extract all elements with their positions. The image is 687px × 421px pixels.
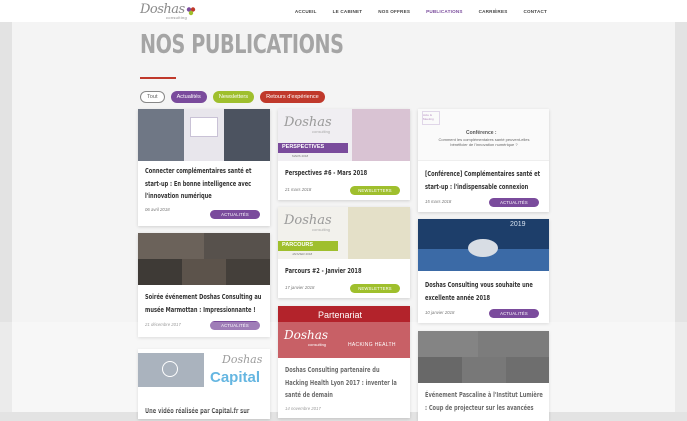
filter-actualites[interactable]: Actualités xyxy=(170,91,207,103)
card-thumbnail-space: 2019 xyxy=(418,219,549,271)
card-category-badge[interactable]: ACTUALITÉS xyxy=(210,210,260,219)
thumb-logo-text: Doshas xyxy=(284,115,332,130)
filter-retours-experience[interactable]: Retours d'expérience xyxy=(260,91,325,103)
nav-contact[interactable]: CONTACT xyxy=(523,9,547,14)
card-title[interactable]: Parcours #2 - Janvier 2018 xyxy=(285,265,404,278)
filter-newsletters[interactable]: Newsletters xyxy=(212,91,255,103)
thumb-logo-text: Doshas xyxy=(284,328,329,342)
thumb-tag: Actu & Meeting xyxy=(423,113,434,121)
category-filters: Tout Actualités Newsletters Retours d'ex… xyxy=(140,91,325,103)
doshas-logo[interactable]: Doshas consulting xyxy=(140,2,202,20)
card-title[interactable]: Connecter complémentaires santé et start… xyxy=(145,165,264,203)
publication-card[interactable]: 2019 Doshas Consulting vous souhaite une… xyxy=(418,219,549,323)
main-nav: ACCUEIL LE CABINET NOS OFFRES PUBLICATIO… xyxy=(295,0,547,22)
publication-card[interactable]: Partenariat Doshas consulting HACKING HE… xyxy=(278,306,410,418)
nav-le-cabinet[interactable]: LE CABINET xyxy=(333,9,363,14)
card-category-badge[interactable]: ACTUALITÉS xyxy=(489,309,539,318)
card-date: 14 novembre 2017 xyxy=(285,406,321,411)
thumb-logo-text: Doshas xyxy=(222,353,263,366)
top-navigation-bar: Doshas consulting ACCUEIL LE CABINET NOS… xyxy=(0,0,687,22)
publication-card[interactable]: Doshas Capital Une vidéo réalisée par Ca… xyxy=(138,349,270,419)
thumb-heading: Conférence : xyxy=(466,130,497,136)
card-thumbnail-event-photo xyxy=(138,233,270,285)
publication-card[interactable]: Doshas consulting PERSPECTIVES MARS 2018… xyxy=(278,109,410,200)
publication-card[interactable]: Actu & Meeting Conférence : Comment les … xyxy=(418,109,549,212)
card-thumbnail-event-photo xyxy=(418,331,549,383)
thumb-banner-sub: MARS 2018 xyxy=(292,154,309,158)
thumb-logo-sub: consulting xyxy=(312,129,331,134)
publication-card[interactable]: Doshas consulting PARCOURS JANVIER 2018 … xyxy=(278,207,410,298)
card-thumbnail-conference: Actu & Meeting Conférence : Comment les … xyxy=(418,109,549,161)
thumb-logo-sub: consulting xyxy=(312,227,331,232)
thumb-banner: PARCOURS xyxy=(282,242,314,248)
thumb-partner-name: HACKING HEALTH xyxy=(348,342,396,348)
logo-flower-icon xyxy=(186,7,196,16)
card-date: 10 janvier 2018 xyxy=(425,310,455,315)
card-title[interactable]: Perspectives #6 - Mars 2018 xyxy=(285,167,404,180)
thumb-banner-sub: JANVIER 2018 xyxy=(292,252,313,256)
card-thumbnail-newsletter: Doshas consulting PARCOURS JANVIER 2018 xyxy=(278,207,410,259)
card-title[interactable]: Doshas Consulting vous souhaite une exce… xyxy=(425,279,544,304)
card-category-badge[interactable]: NEWSLETTERS xyxy=(350,284,400,293)
card-title[interactable]: Soirée événement Doshas Consulting au mu… xyxy=(145,291,264,316)
card-category-badge[interactable]: NEWSLETTERS xyxy=(350,186,400,195)
card-date: 17 janvier 2018 xyxy=(285,285,315,290)
thumb-body: Comment les complémentaires santé peuven… xyxy=(438,137,530,147)
thumb-logo-text: Doshas xyxy=(284,213,332,228)
thumb-banner: PERSPECTIVES xyxy=(282,144,325,150)
card-thumbnail-newsletter: Doshas consulting PERSPECTIVES MARS 2018 xyxy=(278,109,410,161)
logo-subtitle: consulting xyxy=(166,15,188,20)
page-title: NOS PUBLICATIONS xyxy=(140,30,344,60)
card-thumbnail-partnership: Partenariat Doshas consulting HACKING HE… xyxy=(278,306,410,358)
thumb-logo-sub: consulting xyxy=(308,342,327,347)
publication-card[interactable]: Événement Pascaline à l'Institut Lumière… xyxy=(418,331,549,421)
publication-card[interactable]: Connecter complémentaires santé et start… xyxy=(138,109,270,226)
card-title[interactable]: Événement Pascaline à l'Institut Lumière… xyxy=(425,389,544,414)
nav-carrieres[interactable]: CARRIÈRES xyxy=(479,9,508,14)
card-date: 15 mars 2018 xyxy=(425,199,452,204)
nav-nos-offres[interactable]: NOS OFFRES xyxy=(378,9,410,14)
thumb-heading: Partenariat xyxy=(318,310,363,320)
title-underline xyxy=(140,77,176,79)
card-title[interactable]: Une vidéo réalisée par Capital.fr sur xyxy=(145,405,264,418)
filter-tout[interactable]: Tout xyxy=(140,91,165,103)
thumb-year: 2019 xyxy=(510,221,526,228)
card-title[interactable]: [Conférence] Complémentaires santé et st… xyxy=(425,168,544,193)
card-category-badge[interactable]: ACTUALITÉS xyxy=(489,198,539,207)
card-title[interactable]: Doshas Consulting partenaire du Hacking … xyxy=(285,364,404,402)
card-thumbnail-conference-photo xyxy=(138,109,270,161)
card-thumbnail-video: Doshas Capital xyxy=(138,349,270,391)
card-date: 06 avril 2018 xyxy=(145,207,170,212)
card-date: 21 décembre 2017 xyxy=(145,322,181,327)
card-date: 21 mars 2018 xyxy=(285,187,312,192)
play-icon[interactable] xyxy=(162,361,178,377)
card-category-badge[interactable]: ACTUALITÉS xyxy=(210,321,260,330)
nav-accueil[interactable]: ACCUEIL xyxy=(295,9,317,14)
publication-card[interactable]: Soirée événement Doshas Consulting au mu… xyxy=(138,233,270,337)
capital-logo: Capital xyxy=(210,369,261,386)
nav-publications[interactable]: PUBLICATIONS xyxy=(426,9,463,14)
